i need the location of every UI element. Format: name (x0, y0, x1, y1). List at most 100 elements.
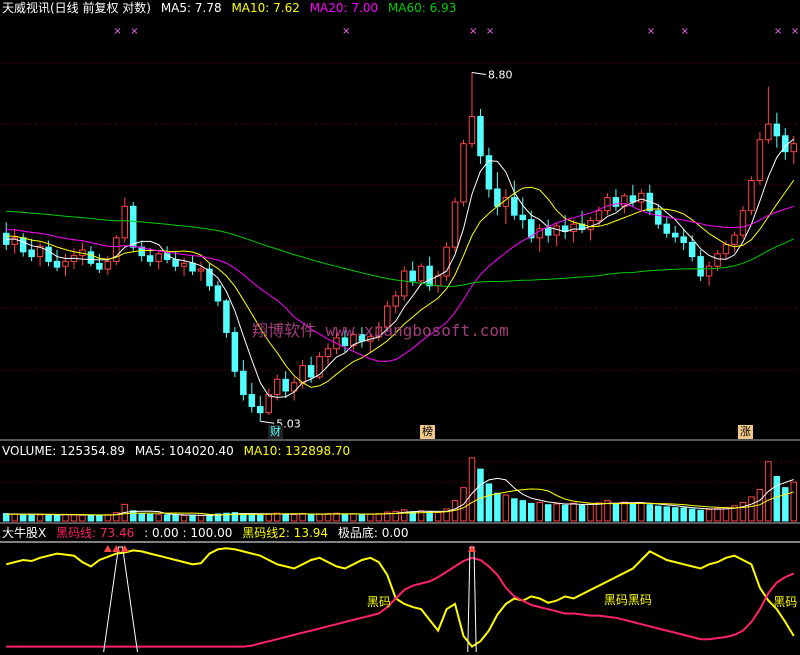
signal-marker-icon: × (342, 26, 350, 37)
candle-down (680, 236, 687, 243)
candle-down (96, 262, 103, 270)
candle-up (434, 275, 442, 287)
volume-bar (130, 510, 137, 522)
volume-bar (358, 514, 366, 522)
volume-bar (146, 513, 154, 522)
volume-bar (477, 468, 484, 522)
candle-up (265, 394, 272, 414)
signal-marker-icon: × (791, 26, 799, 37)
volume-bar (655, 505, 662, 522)
volume-bar (782, 487, 789, 522)
watermark: 翔博软件 www.xiangbosoft.com (252, 321, 509, 340)
candle-down (426, 265, 433, 287)
candle-down (130, 205, 137, 248)
volume-panel (2, 457, 798, 522)
signal-marker-icon: × (681, 26, 689, 37)
candle-down (477, 116, 484, 157)
candle-down (87, 251, 95, 264)
candle-down (214, 285, 222, 302)
volume-bar (621, 501, 628, 522)
candle-down (307, 365, 315, 378)
tag-bang: 榜 (420, 425, 435, 439)
ma10-readout: MA10: 7.62 (231, 1, 300, 15)
volume-bar (553, 503, 560, 522)
candle-down (409, 270, 416, 282)
volume-bar (180, 514, 188, 522)
candle-down (697, 256, 704, 277)
volume-bar (163, 514, 171, 522)
volume-bar (468, 457, 476, 522)
candle-down (28, 249, 35, 258)
candle-up (638, 192, 645, 203)
candle-up (790, 143, 798, 153)
candle-up (155, 253, 162, 262)
candle-up (739, 210, 747, 236)
volume-bar (790, 481, 798, 522)
volume-bar (282, 513, 289, 522)
candle-down (45, 246, 52, 262)
volume-bar (70, 514, 78, 522)
indicator-label-1: 黑码 (367, 595, 391, 609)
volume-bar (155, 514, 162, 522)
volume-bar (45, 514, 52, 522)
candle-up (570, 223, 577, 232)
spike-outline (467, 546, 477, 653)
candle-down (282, 378, 289, 392)
spike-outline (103, 546, 138, 653)
candle-up (400, 270, 408, 297)
candle-up (62, 260, 69, 267)
indicator-label-3: 黑码 (773, 595, 797, 609)
volume-bar (426, 511, 433, 522)
up-arrow-icon (103, 545, 112, 552)
volume-bar (688, 508, 696, 522)
volume-ma10-readout: MA10: 132898.70 (243, 444, 351, 458)
tag-zhang: 涨 (738, 425, 753, 439)
candle-down (629, 195, 637, 203)
candle-down (561, 225, 569, 232)
ma60-readout: MA60: 6.93 (387, 1, 457, 15)
indicator-line2-readout: 黑码线2: 13.94 (242, 526, 329, 540)
ma20-readout: MA20: 7.00 (309, 1, 379, 15)
volume-bar (248, 513, 256, 522)
volume-bar (367, 513, 374, 522)
candle-up (722, 243, 730, 255)
candle-down (494, 188, 501, 207)
volume-bar (570, 502, 577, 522)
candle-down (172, 258, 179, 267)
volume-bar (528, 502, 535, 522)
volume-bar (773, 476, 781, 522)
candle-down (240, 370, 247, 396)
candle-down (612, 197, 620, 207)
up-arrow-icon (112, 545, 121, 552)
signal-marker-icon: × (486, 26, 494, 37)
volume-ma5-readout: MA5: 104020.40 (134, 444, 234, 458)
candle-down (146, 255, 154, 262)
volume-bar (62, 514, 69, 522)
tag-cai: 财 (268, 425, 283, 439)
candle-down (19, 237, 27, 253)
volume-bar (96, 514, 103, 522)
candle-up (121, 205, 129, 239)
candle-down (189, 262, 196, 272)
panel-frame (0, 62, 800, 543)
volume-bar (705, 509, 713, 522)
volume-bar (646, 504, 654, 522)
candle-up (714, 253, 721, 267)
candle-up (180, 262, 188, 267)
signal-marker-icon: × (774, 26, 782, 37)
price-header: 天威视讯(日线 前复权 对数) MA5: 7.78 MA10: 7.62 MA2… (2, 1, 462, 15)
candle-up (553, 225, 560, 236)
candle-down (248, 394, 256, 408)
volume-bar (748, 496, 755, 522)
volume-bar (502, 494, 510, 522)
volume-bar (189, 514, 196, 522)
volume-bar (494, 492, 501, 522)
volume-bar (36, 514, 44, 522)
candle-up (765, 123, 772, 141)
candle-up (417, 265, 425, 282)
up-arrow-icon (467, 545, 476, 552)
volume-bar (79, 514, 86, 522)
candle-down (231, 331, 239, 372)
signal-marker-icon: × (113, 26, 121, 37)
volume-bar (612, 502, 620, 522)
